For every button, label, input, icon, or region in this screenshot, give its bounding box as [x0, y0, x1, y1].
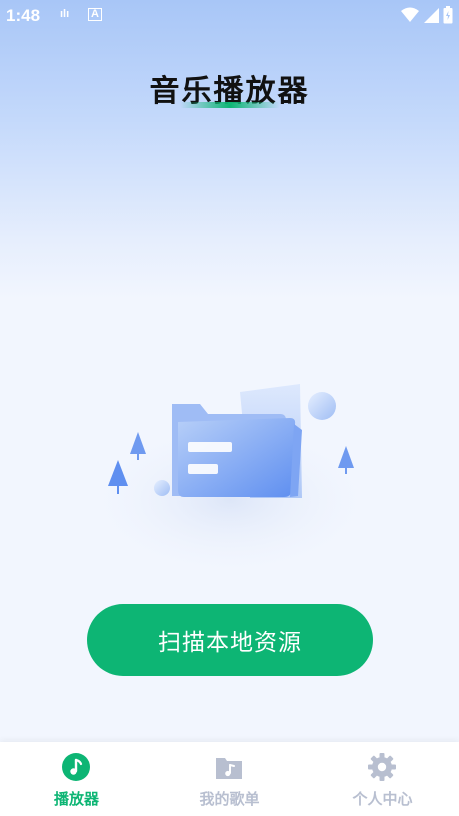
notification-icon: ılı	[60, 8, 70, 20]
status-bar: 1:48 ılı A	[0, 0, 459, 32]
gear-icon	[368, 753, 396, 781]
tab-my-playlists[interactable]: 我的歌单	[153, 742, 306, 816]
music-note-icon	[62, 753, 90, 781]
scan-local-resources-button[interactable]: 扫描本地资源	[87, 604, 373, 676]
battery-icon	[443, 6, 453, 24]
empty-folder-illustration	[80, 384, 380, 580]
tab-profile[interactable]: 个人中心	[306, 742, 459, 816]
tab-player-label: 播放器	[53, 790, 99, 808]
status-indicators	[401, 6, 453, 24]
status-time: 1:48	[6, 6, 41, 25]
wifi-icon	[401, 7, 419, 22]
notification-a-icon: A	[88, 8, 102, 21]
playlist-folder-icon	[216, 758, 242, 779]
tab-profile-label: 个人中心	[352, 790, 413, 808]
signal-icon	[424, 8, 439, 23]
tab-my-playlists-label: 我的歌单	[199, 790, 260, 808]
bottom-tab-bar: 播放器 我的歌单 个人中心	[0, 742, 459, 816]
tab-player[interactable]: 播放器	[0, 742, 153, 816]
header-gradient-background	[0, 0, 459, 300]
title-underline-decoration	[180, 102, 280, 108]
